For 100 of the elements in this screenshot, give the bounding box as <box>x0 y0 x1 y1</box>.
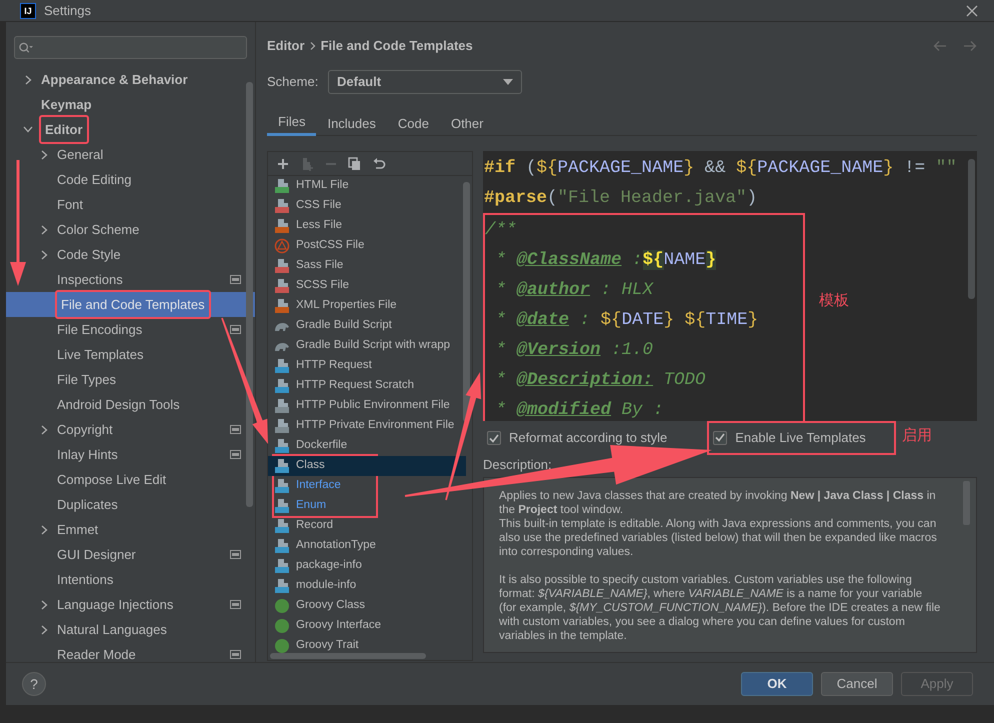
copy-icon[interactable] <box>348 156 362 170</box>
scrollbar[interactable] <box>968 159 975 299</box>
chevron-right-icon[interactable] <box>40 250 48 260</box>
scrollbar[interactable] <box>463 182 470 422</box>
tab[interactable]: Files <box>267 111 316 136</box>
file-item[interactable]: HTTP Request <box>268 356 376 376</box>
file-item[interactable]: Enum <box>268 496 330 516</box>
close-icon[interactable] <box>966 4 978 16</box>
chevron-right-icon[interactable] <box>40 600 48 610</box>
window-title: Settings <box>44 2 91 20</box>
tree-item[interactable]: File and Code Templates <box>6 292 255 317</box>
tree-item[interactable]: File Encodings <box>6 317 255 342</box>
tree-item[interactable]: Android Design Tools <box>6 392 184 417</box>
tree-item[interactable]: Inlay Hints <box>6 442 255 467</box>
tab[interactable]: Code <box>386 111 440 136</box>
code-line: * @modified By : <box>494 399 665 421</box>
file-item[interactable]: Less File <box>268 216 346 236</box>
tree-item[interactable]: General <box>6 142 108 167</box>
chevron-right-icon[interactable] <box>40 150 48 160</box>
code-line: * @ClassName :${NAME} <box>494 249 718 272</box>
file-item[interactable]: Gradle Build Script with wrapp <box>268 336 454 356</box>
code-line: * @date : ${DATE} ${TIME} <box>494 309 760 332</box>
code-editor[interactable]: #if (${PACKAGE_NAME} && ${PACKAGE_NAME} != "" #parse("File Header.java") /** * @ClassName :${NAME} * @author : HLX * @date : ${DATE} ${TIME} * @Version :1.0 * @Description: TODO * @modified By : 模板 <box>483 151 977 421</box>
help-button[interactable]: ? <box>22 672 46 696</box>
file-item[interactable]: HTTP Public Environment File <box>268 396 454 416</box>
file-item[interactable]: Class <box>268 456 466 476</box>
tree-item[interactable]: Editor <box>6 117 91 142</box>
tree-item[interactable]: GUI Designer <box>6 542 255 567</box>
scrollbar[interactable] <box>270 653 426 659</box>
code-line: * @author : HLX <box>494 279 654 302</box>
chevron-right-icon[interactable] <box>40 524 48 534</box>
file-item[interactable]: XML Properties File <box>268 296 401 316</box>
file-item[interactable]: CSS File <box>268 196 346 216</box>
description-label: Description: <box>483 456 553 474</box>
tree-item[interactable]: Color Scheme <box>6 217 144 242</box>
search-field[interactable] <box>14 36 247 59</box>
file-item[interactable]: PostCSS File <box>268 236 368 256</box>
tree-item[interactable]: Emmet <box>6 517 102 542</box>
tree-item[interactable]: Intentions <box>6 567 118 592</box>
checkbox[interactable] <box>713 430 728 444</box>
tree-item[interactable]: Code Style <box>6 242 125 267</box>
code-line: * @Version :1.0 <box>494 339 654 362</box>
scheme-dropdown[interactable]: Default <box>328 70 522 94</box>
dialog-button[interactable]: Cancel <box>821 672 893 696</box>
description-text: It is also possible to specify custom variables. Custom variables use the following format: ${VARIABLE_NAME}, where VARIABLE_NAME is a name for your variable (for example, ${MY_CUSTOM_FUNCTION_NAME}). Before the IDE creates a new file with custom variables, you see a dialog where you can define values for custom variables in the template. <box>499 573 942 643</box>
file-item[interactable]: Dockerfile <box>268 436 352 456</box>
chevron-right-icon[interactable] <box>40 624 48 634</box>
checkbox-label[interactable]: Reformat according to style <box>509 428 668 448</box>
code-line: * @Description: TODO <box>494 369 707 392</box>
checkbox[interactable] <box>487 431 501 445</box>
code-line: #if (${PACKAGE_NAME} && ${PACKAGE_NAME} != "" <box>483 157 958 180</box>
tree-item[interactable]: Code Editing <box>6 167 136 192</box>
tree-item[interactable]: Live Templates <box>6 342 148 367</box>
annotation-label: 启用 <box>902 426 932 446</box>
description-text: Applies to new Java classes that are created by invoking New | Java Class | Class in the Project tool window. <box>499 489 937 517</box>
file-item[interactable]: HTTP Private Environment File <box>268 416 458 436</box>
tree-item[interactable]: Duplicates <box>6 492 122 517</box>
undo-icon[interactable] <box>372 156 386 170</box>
plus-icon[interactable] <box>276 156 290 170</box>
file-item[interactable]: Groovy Class <box>268 596 370 616</box>
tab[interactable]: Other <box>440 111 494 136</box>
search-icon <box>19 42 34 54</box>
file-item[interactable]: HTML File <box>268 176 353 196</box>
file-item[interactable]: Interface <box>268 476 345 496</box>
file-item[interactable]: Groovy Trait <box>268 636 363 656</box>
file-item[interactable]: Sass File <box>268 256 348 276</box>
scheme-label: Scheme: <box>267 73 320 92</box>
file-item[interactable]: Groovy Interface <box>268 616 386 636</box>
tab[interactable]: Includes <box>316 111 387 136</box>
tree-item[interactable]: Copyright <box>6 417 255 442</box>
tree-item[interactable]: Font <box>6 192 88 217</box>
chevron-right-icon[interactable] <box>24 74 32 84</box>
tree-item[interactable]: Language Injections <box>6 592 255 617</box>
file-item[interactable]: SCSS File <box>268 276 354 296</box>
chevron-right-icon[interactable] <box>40 424 48 434</box>
tree-item[interactable]: Reader Mode <box>6 642 255 667</box>
tree-item[interactable]: Appearance & Behavior <box>6 67 192 92</box>
chevron-down-icon[interactable] <box>23 125 33 134</box>
breadcrumb-item: Editor <box>267 37 305 56</box>
caret-icon <box>503 79 513 85</box>
dialog-button[interactable]: OK <box>741 672 813 696</box>
breadcrumb-item: File and Code Templates <box>320 37 473 56</box>
file-item[interactable]: HTTP Request Scratch <box>268 376 418 396</box>
annotation-label: 模板 <box>819 292 849 312</box>
checkbox-label[interactable]: Enable Live Templates <box>735 428 866 448</box>
file-item[interactable]: Record <box>268 516 338 536</box>
checkmark-icon <box>715 433 726 442</box>
tree-item[interactable]: Keymap <box>6 92 96 117</box>
scrollbar[interactable] <box>246 82 253 507</box>
file-item[interactable]: module-info <box>268 576 360 596</box>
tree-item[interactable]: Compose Live Edit <box>6 467 170 492</box>
tree-item[interactable]: Inspections <box>6 267 255 292</box>
code-line: #parse("File Header.java") <box>483 187 758 210</box>
file-item[interactable]: AnnotationType <box>268 536 380 556</box>
file-item[interactable]: package-info <box>268 556 366 576</box>
tree-item[interactable]: Natural Languages <box>6 617 171 642</box>
file-item[interactable]: Gradle Build Script <box>268 316 396 336</box>
tree-item[interactable]: File Types <box>6 367 120 392</box>
checkmark-icon <box>489 434 499 442</box>
chevron-right-icon[interactable] <box>40 224 48 234</box>
